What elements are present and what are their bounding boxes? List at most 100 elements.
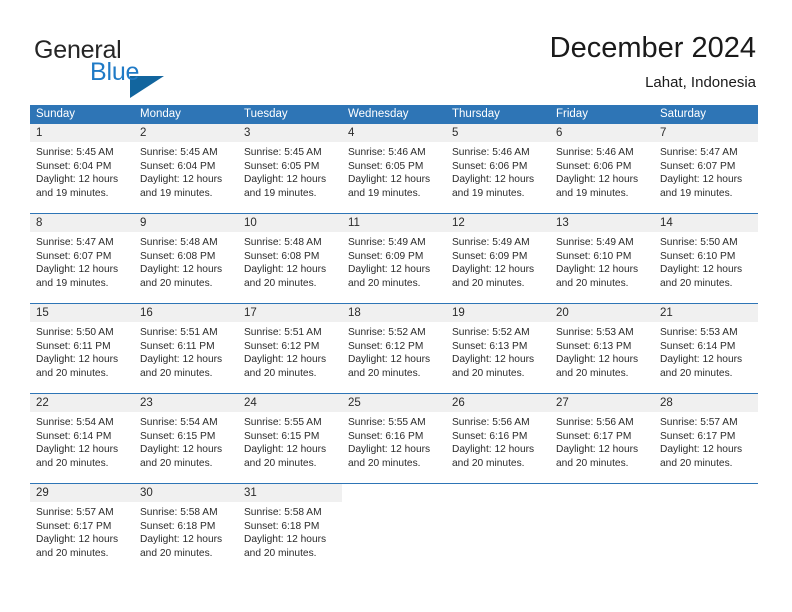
location-subtitle: Lahat, Indonesia (645, 74, 756, 91)
day-number: 12 (452, 217, 465, 229)
daylight-text-line2: and 20 minutes. (140, 457, 213, 469)
day-number: 20 (556, 307, 569, 319)
day-number-band: 9 (134, 214, 238, 232)
day-cell[interactable]: 20 Sunrise: 5:53 AM Sunset: 6:13 PM Dayligh… (550, 304, 654, 393)
day-cell[interactable]: 25 Sunrise: 5:55 AM Sunset: 6:16 PM Dayligh… (342, 394, 446, 483)
day-cell[interactable]: 15 Sunrise: 5:50 AM Sunset: 6:11 PM Dayligh… (30, 304, 134, 393)
day-cell[interactable]: 3 Sunrise: 5:45 AM Sunset: 6:05 PM Daylight… (238, 124, 342, 213)
sunrise-text: Sunrise: 5:58 AM (244, 507, 322, 518)
day-number: 29 (36, 487, 49, 499)
sunrise-text: Sunrise: 5:48 AM (244, 237, 322, 248)
day-number: 9 (140, 217, 147, 229)
day-details: Sunrise: 5:54 AM Sunset: 6:14 PM Daylight:… (30, 412, 134, 470)
day-cell[interactable]: 21 Sunrise: 5:53 AM Sunset: 6:14 PM Dayligh… (654, 304, 758, 393)
calendar-weeks: 1 Sunrise: 5:45 AM Sunset: 6:04 PM Daylight… (30, 124, 758, 573)
day-number: 26 (452, 397, 465, 409)
day-details: Sunrise: 5:57 AM Sunset: 6:17 PM Daylight:… (30, 502, 134, 560)
daylight-text-line2: and 19 minutes. (36, 187, 109, 199)
sunset-text: Sunset: 6:08 PM (140, 250, 216, 262)
daylight-text-line1: Daylight: 12 hours (36, 444, 119, 456)
title-block: December 2024 Lahat, Indonesia (550, 30, 756, 94)
day-number: 3 (244, 127, 251, 139)
daylight-text-line1: Daylight: 12 hours (244, 444, 327, 456)
weekday-header-friday: Friday (556, 108, 588, 120)
day-cell[interactable]: 30 Sunrise: 5:58 AM Sunset: 6:18 PM Dayligh… (134, 484, 238, 573)
sunrise-text: Sunrise: 5:45 AM (36, 147, 114, 158)
daylight-text-line2: and 19 minutes. (244, 187, 317, 199)
sunrise-text: Sunrise: 5:55 AM (348, 417, 426, 428)
day-details: Sunrise: 5:45 AM Sunset: 6:04 PM Daylight:… (30, 142, 134, 200)
sunrise-text: Sunrise: 5:47 AM (660, 147, 738, 158)
day-number-band: 10 (238, 214, 342, 232)
day-cell[interactable]: 11 Sunrise: 5:49 AM Sunset: 6:09 PM Dayligh… (342, 214, 446, 303)
day-details: Sunrise: 5:58 AM Sunset: 6:18 PM Daylight:… (134, 502, 238, 560)
empty-day-cell (342, 484, 446, 573)
daylight-text-line1: Daylight: 12 hours (452, 354, 535, 366)
day-cell[interactable]: 31 Sunrise: 5:58 AM Sunset: 6:18 PM Dayligh… (238, 484, 342, 573)
day-number-band: 6 (550, 124, 654, 142)
day-cell[interactable]: 2 Sunrise: 5:45 AM Sunset: 6:04 PM Daylight… (134, 124, 238, 213)
day-cell[interactable]: 24 Sunrise: 5:55 AM Sunset: 6:15 PM Dayligh… (238, 394, 342, 483)
day-number-band: 4 (342, 124, 446, 142)
daylight-text-line1: Daylight: 12 hours (660, 354, 743, 366)
daylight-text-line2: and 20 minutes. (140, 547, 213, 559)
daylight-text-line1: Daylight: 12 hours (348, 264, 431, 276)
daylight-text-line1: Daylight: 12 hours (36, 534, 119, 546)
day-number: 11 (348, 217, 360, 229)
day-cell[interactable]: 7 Sunrise: 5:47 AM Sunset: 6:07 PM Daylight… (654, 124, 758, 213)
sunset-text: Sunset: 6:04 PM (140, 160, 216, 172)
day-cell[interactable]: 19 Sunrise: 5:52 AM Sunset: 6:13 PM Dayligh… (446, 304, 550, 393)
day-details: Sunrise: 5:46 AM Sunset: 6:06 PM Daylight:… (550, 142, 654, 200)
sunset-text: Sunset: 6:17 PM (556, 430, 632, 442)
day-number: 4 (348, 127, 355, 139)
day-cell[interactable]: 4 Sunrise: 5:46 AM Sunset: 6:05 PM Daylight… (342, 124, 446, 213)
day-cell[interactable]: 8 Sunrise: 5:47 AM Sunset: 6:07 PM Daylight… (30, 214, 134, 303)
day-cell[interactable]: 26 Sunrise: 5:56 AM Sunset: 6:16 PM Dayligh… (446, 394, 550, 483)
day-cell[interactable]: 22 Sunrise: 5:54 AM Sunset: 6:14 PM Dayligh… (30, 394, 134, 483)
day-cell[interactable]: 10 Sunrise: 5:48 AM Sunset: 6:08 PM Dayligh… (238, 214, 342, 303)
weekday-header-sunday: Sunday (36, 108, 76, 120)
empty-day-cell (446, 484, 550, 573)
day-cell[interactable]: 28 Sunrise: 5:57 AM Sunset: 6:17 PM Dayligh… (654, 394, 758, 483)
sunrise-text: Sunrise: 5:54 AM (140, 417, 218, 428)
day-number: 14 (660, 217, 673, 229)
day-number-band: 27 (550, 394, 654, 412)
weekday-header-wednesday: Wednesday (348, 108, 409, 120)
day-number-band: 17 (238, 304, 342, 322)
day-cell[interactable]: 12 Sunrise: 5:49 AM Sunset: 6:09 PM Dayligh… (446, 214, 550, 303)
day-cell[interactable]: 5 Sunrise: 5:46 AM Sunset: 6:06 PM Daylight… (446, 124, 550, 213)
sunrise-text: Sunrise: 5:49 AM (348, 237, 426, 248)
day-cell[interactable]: 1 Sunrise: 5:45 AM Sunset: 6:04 PM Daylight… (30, 124, 134, 213)
day-number-band: 24 (238, 394, 342, 412)
day-details: Sunrise: 5:55 AM Sunset: 6:16 PM Daylight:… (342, 412, 446, 470)
daylight-text-line2: and 20 minutes. (348, 277, 421, 289)
daylight-text-line1: Daylight: 12 hours (452, 444, 535, 456)
day-number-band: 16 (134, 304, 238, 322)
day-details: Sunrise: 5:52 AM Sunset: 6:13 PM Daylight:… (446, 322, 550, 380)
sunset-text: Sunset: 6:05 PM (244, 160, 320, 172)
weekday-header-thursday: Thursday (452, 108, 500, 120)
day-number-band: 30 (134, 484, 238, 502)
day-number-band: 29 (30, 484, 134, 502)
general-blue-logo[interactable]: General Blue (34, 36, 234, 98)
day-cell[interactable]: 17 Sunrise: 5:51 AM Sunset: 6:12 PM Dayligh… (238, 304, 342, 393)
daylight-text-line2: and 19 minutes. (348, 187, 421, 199)
day-details: Sunrise: 5:50 AM Sunset: 6:11 PM Daylight:… (30, 322, 134, 380)
day-cell[interactable]: 27 Sunrise: 5:56 AM Sunset: 6:17 PM Dayligh… (550, 394, 654, 483)
day-cell[interactable]: 6 Sunrise: 5:46 AM Sunset: 6:06 PM Daylight… (550, 124, 654, 213)
sunrise-text: Sunrise: 5:52 AM (348, 327, 426, 338)
day-number-band: 20 (550, 304, 654, 322)
day-cell[interactable]: 13 Sunrise: 5:49 AM Sunset: 6:10 PM Dayligh… (550, 214, 654, 303)
day-cell[interactable]: 14 Sunrise: 5:50 AM Sunset: 6:10 PM Dayligh… (654, 214, 758, 303)
day-cell[interactable]: 29 Sunrise: 5:57 AM Sunset: 6:17 PM Dayligh… (30, 484, 134, 573)
day-cell[interactable]: 23 Sunrise: 5:54 AM Sunset: 6:15 PM Dayligh… (134, 394, 238, 483)
day-number: 23 (140, 397, 153, 409)
day-cell[interactable]: 18 Sunrise: 5:52 AM Sunset: 6:12 PM Dayligh… (342, 304, 446, 393)
daylight-text-line1: Daylight: 12 hours (244, 174, 327, 186)
day-number: 16 (140, 307, 153, 319)
day-cell[interactable]: 9 Sunrise: 5:48 AM Sunset: 6:08 PM Daylight… (134, 214, 238, 303)
day-cell[interactable]: 16 Sunrise: 5:51 AM Sunset: 6:11 PM Dayligh… (134, 304, 238, 393)
day-number: 25 (348, 397, 361, 409)
day-number-band: 25 (342, 394, 446, 412)
sunset-text: Sunset: 6:09 PM (348, 250, 424, 262)
